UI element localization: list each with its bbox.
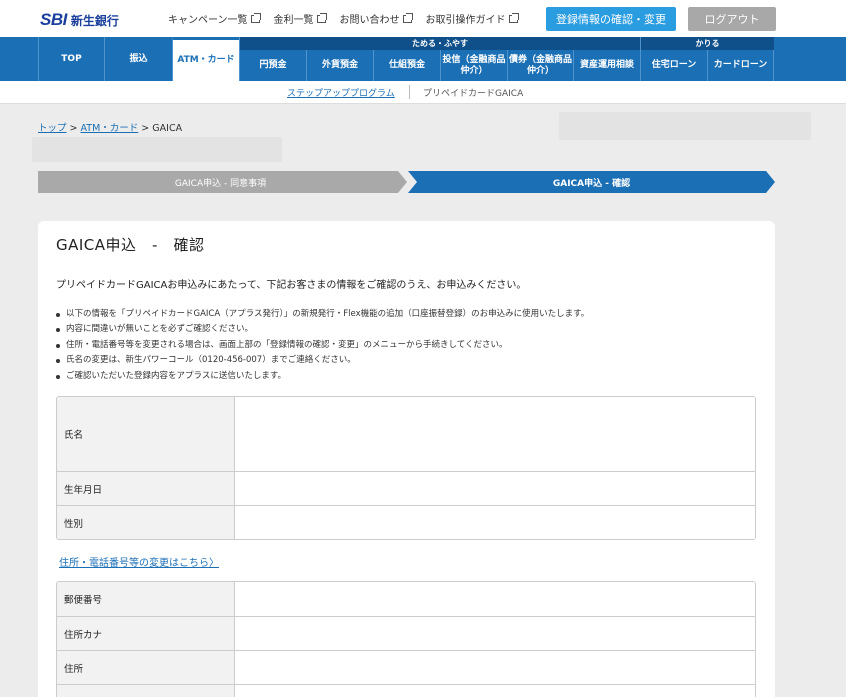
contact-link[interactable]: お問い合わせ: [340, 11, 413, 26]
subnav-current-gaica: プリペイドカードGAICA: [423, 89, 524, 99]
nav-bonds[interactable]: 債券（金融商品仲介）: [507, 50, 573, 81]
sub-nav: ステップアッププログラム プリペイドカードGAICA: [0, 81, 846, 104]
header-links: キャンペーン一覧 金利一覧 お問い合わせ お取引操作ガイド: [168, 11, 532, 26]
nav-housing-loan[interactable]: 住宅ローン: [640, 50, 707, 81]
external-window-icon: [316, 12, 327, 23]
page-title: GAICA申込 - 確認: [56, 236, 205, 254]
nav-asset-consult[interactable]: 資産運用相談: [573, 50, 640, 81]
masked-area: [32, 137, 282, 162]
table-row: 住所カナ: [57, 616, 755, 650]
address-table: 郵便番号 住所カナ 住所: [56, 581, 756, 697]
progress-steps: GAICA申込 - 同意事項 GAICA申込 - 確認: [38, 171, 775, 193]
notes-list: 以下の情報を「プリペイドカードGAICA（アプラス発行）」の新規発行・Flex機…: [56, 307, 589, 384]
nav-foreign-deposit[interactable]: 外貨預金: [306, 50, 373, 81]
subnav-divider: [409, 85, 410, 99]
personal-info-table: 氏名 生年月日 性別: [56, 396, 756, 540]
top-header: SBI 新生銀行 キャンペーン一覧 金利一覧 お問い合わせ お取引操作ガイド 登…: [0, 0, 846, 37]
nav-investment-trust[interactable]: 投信（金融商品仲介）: [440, 50, 507, 81]
gender-label: 性別: [57, 506, 235, 539]
note-item: 住所・電話番号等を変更される場合は、画面上部の「登録情報の確認・変更」のメニュー…: [56, 338, 589, 353]
nav-structured-deposit[interactable]: 仕組預金: [373, 50, 440, 81]
nav-atm-card[interactable]: ATM・カード: [172, 37, 239, 81]
operation-guide-link[interactable]: お取引操作ガイド: [426, 11, 519, 26]
name-label: 氏名: [57, 397, 235, 471]
nav-group-borrow: かりる: [640, 37, 774, 50]
name-value: [235, 397, 755, 471]
external-window-icon: [250, 12, 261, 23]
address-phone-change-link[interactable]: 住所・電話番号等の変更はこちら〉: [59, 554, 219, 569]
step-agreement: GAICA申込 - 同意事項: [174, 178, 267, 189]
interest-list-link[interactable]: 金利一覧: [274, 11, 327, 26]
table-row: 郵便番号: [57, 582, 755, 616]
nav-top[interactable]: TOP: [38, 37, 104, 81]
note-item: 以下の情報を「プリペイドカードGAICA（アプラス発行）」の新規発行・Flex機…: [56, 307, 589, 322]
step-confirm: GAICA申込 - 確認: [552, 178, 631, 189]
external-window-icon: [402, 12, 413, 23]
address-label: 住所: [57, 651, 235, 684]
note-item: 内容に間違いが無いことを必ずご確認ください。: [56, 322, 589, 337]
address-kana-value: [235, 617, 755, 650]
table-row-value: [235, 685, 755, 697]
breadcrumb: トップ > ATM・カード > GAICA: [38, 123, 183, 134]
note-item: 氏名の変更は、新生パワーコール（0120-456-007）までご連絡ください。: [56, 353, 589, 368]
sbi-shinsei-logo[interactable]: SBI 新生銀行: [40, 10, 119, 30]
birthdate-value: [235, 472, 755, 505]
table-row: 生年月日: [57, 471, 755, 505]
table-row: 氏名: [57, 397, 755, 471]
postal-code-value: [235, 582, 755, 616]
gender-value: [235, 506, 755, 539]
table-row: 住所: [57, 650, 755, 684]
breadcrumb-atm-card[interactable]: ATM・カード: [81, 123, 139, 134]
table-row: 性別: [57, 505, 755, 539]
nav-yen-deposit[interactable]: 円預金: [239, 50, 306, 81]
logout-button[interactable]: ログアウト: [688, 7, 776, 31]
intro-text: プリペイドカードGAICAお申込みにあたって、下記お客さまの情報をご確認のうえ、…: [56, 280, 527, 291]
stepup-program-link[interactable]: ステップアッププログラム: [287, 86, 395, 99]
table-row-label: [57, 685, 235, 697]
external-window-icon: [508, 12, 519, 23]
register-info-button[interactable]: 登録情報の確認・変更: [546, 7, 676, 31]
address-value: [235, 651, 755, 684]
breadcrumb-top[interactable]: トップ: [38, 123, 67, 134]
logo-bank-name: 新生銀行: [70, 13, 119, 28]
birthdate-label: 生年月日: [57, 472, 235, 505]
main-nav: TOP 振込 ATM・カード ためる・ふやす 円預金 外貨預金 仕組預金 投信（…: [0, 37, 846, 81]
campaign-list-link[interactable]: キャンペーン一覧: [168, 11, 261, 26]
nav-card-loan[interactable]: カードローン: [707, 50, 774, 81]
table-row: [57, 684, 755, 697]
masked-area: [559, 112, 811, 140]
address-kana-label: 住所カナ: [57, 617, 235, 650]
postal-code-label: 郵便番号: [57, 582, 235, 616]
nav-transfer[interactable]: 振込: [104, 37, 172, 81]
breadcrumb-current: GAICA: [152, 123, 183, 134]
logo-sbi: SBI: [40, 10, 67, 29]
nav-group-save: ためる・ふやす: [239, 37, 640, 50]
confirm-card: GAICA申込 - 確認 プリペイドカードGAICAお申込みにあたって、下記お客…: [38, 221, 775, 697]
note-item: ご確認いただいた登録内容をアプラスに送信いたします。: [56, 369, 589, 384]
